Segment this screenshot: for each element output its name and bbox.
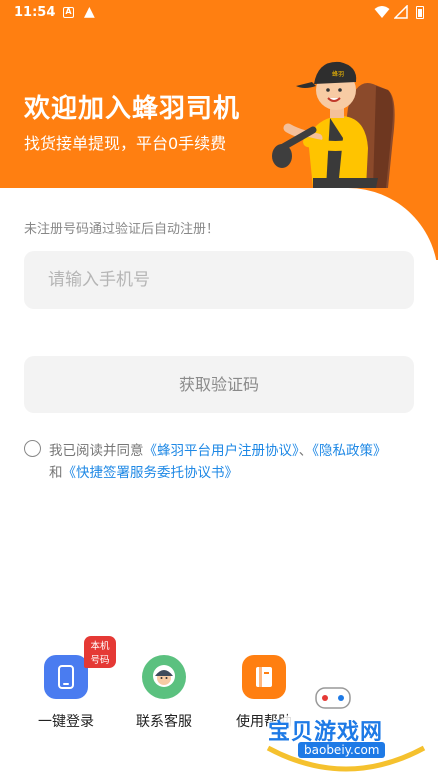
page-title: 欢迎加入蜂羽司机 bbox=[24, 94, 241, 124]
phone-input[interactable] bbox=[24, 251, 414, 309]
service-avatar-icon bbox=[142, 655, 186, 699]
agree-checkbox[interactable] bbox=[24, 440, 41, 457]
notification-a-icon: A bbox=[63, 7, 74, 18]
agreement-text: 我已阅读并同意《蜂羽平台用户注册协议》、《隐私政策》 和《快捷签署服务委托协议书… bbox=[49, 440, 419, 484]
user-protocol-link[interactable]: 《蜂羽平台用户注册协议》 bbox=[144, 443, 299, 459]
wifi-icon bbox=[374, 6, 390, 18]
signal-icon bbox=[394, 5, 408, 19]
get-code-button[interactable]: 获取验证码 bbox=[24, 356, 414, 413]
warning-icon: ▲ bbox=[84, 4, 95, 20]
privacy-policy-link[interactable]: 《隐私政策》 bbox=[312, 443, 386, 459]
contact-service-label: 联系客服 bbox=[136, 714, 192, 730]
status-bar: 11:54 A ▲ bbox=[0, 0, 438, 26]
local-number-badge: 本机号码 bbox=[84, 636, 116, 668]
one-click-login-label: 一键登录 bbox=[38, 714, 94, 730]
cap-logo-text: 蜂羽 bbox=[332, 70, 344, 78]
watermark-url: baobeiy.com bbox=[298, 742, 386, 758]
page-subtitle: 找货接单提现，平台0手续费 bbox=[24, 134, 227, 153]
one-click-login-button[interactable]: 本机号码 一键登录 bbox=[16, 635, 116, 731]
contact-service-button[interactable]: 联系客服 bbox=[114, 635, 214, 731]
agreement-and: 和 bbox=[49, 465, 63, 481]
status-time: 11:54 bbox=[14, 5, 56, 20]
phone-icon bbox=[44, 655, 88, 699]
auto-register-hint: 未注册号码通过验证后自动注册！ bbox=[24, 222, 220, 237]
driver-illustration: 蜂羽 bbox=[272, 61, 395, 188]
agreement-prefix: 我已阅读并同意 bbox=[49, 443, 144, 459]
battery-icon bbox=[416, 6, 424, 19]
agreement-separator: 、 bbox=[298, 443, 313, 459]
sign-protocol-link[interactable]: 《快捷签署服务委托协议书》 bbox=[63, 465, 239, 481]
